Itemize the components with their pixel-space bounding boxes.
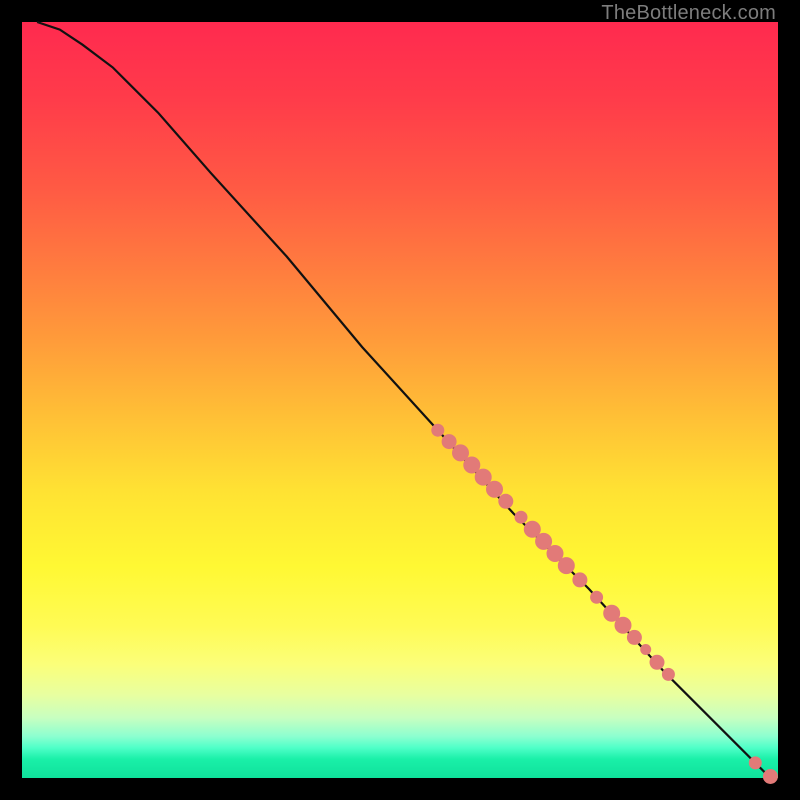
data-point — [650, 655, 664, 669]
data-point — [515, 511, 527, 523]
chart-area — [22, 22, 778, 778]
data-point — [604, 605, 620, 621]
data-point — [547, 546, 563, 562]
data-point — [627, 630, 641, 644]
data-point — [662, 668, 674, 680]
data-point — [641, 645, 651, 655]
data-point — [558, 558, 574, 574]
data-point — [442, 435, 456, 449]
data-point — [763, 770, 777, 784]
watermark-text: TheBottleneck.com — [601, 2, 776, 25]
data-point — [487, 481, 503, 497]
data-point — [499, 494, 513, 508]
data-point — [749, 757, 761, 769]
data-point — [464, 457, 480, 473]
data-point — [615, 617, 631, 633]
data-point — [453, 445, 469, 461]
data-point — [524, 521, 540, 537]
data-point — [475, 469, 491, 485]
data-point — [591, 591, 603, 603]
data-points-group — [432, 424, 778, 783]
chart-svg — [22, 22, 778, 778]
data-point — [536, 533, 552, 549]
data-point — [432, 424, 444, 436]
data-point — [573, 573, 587, 587]
